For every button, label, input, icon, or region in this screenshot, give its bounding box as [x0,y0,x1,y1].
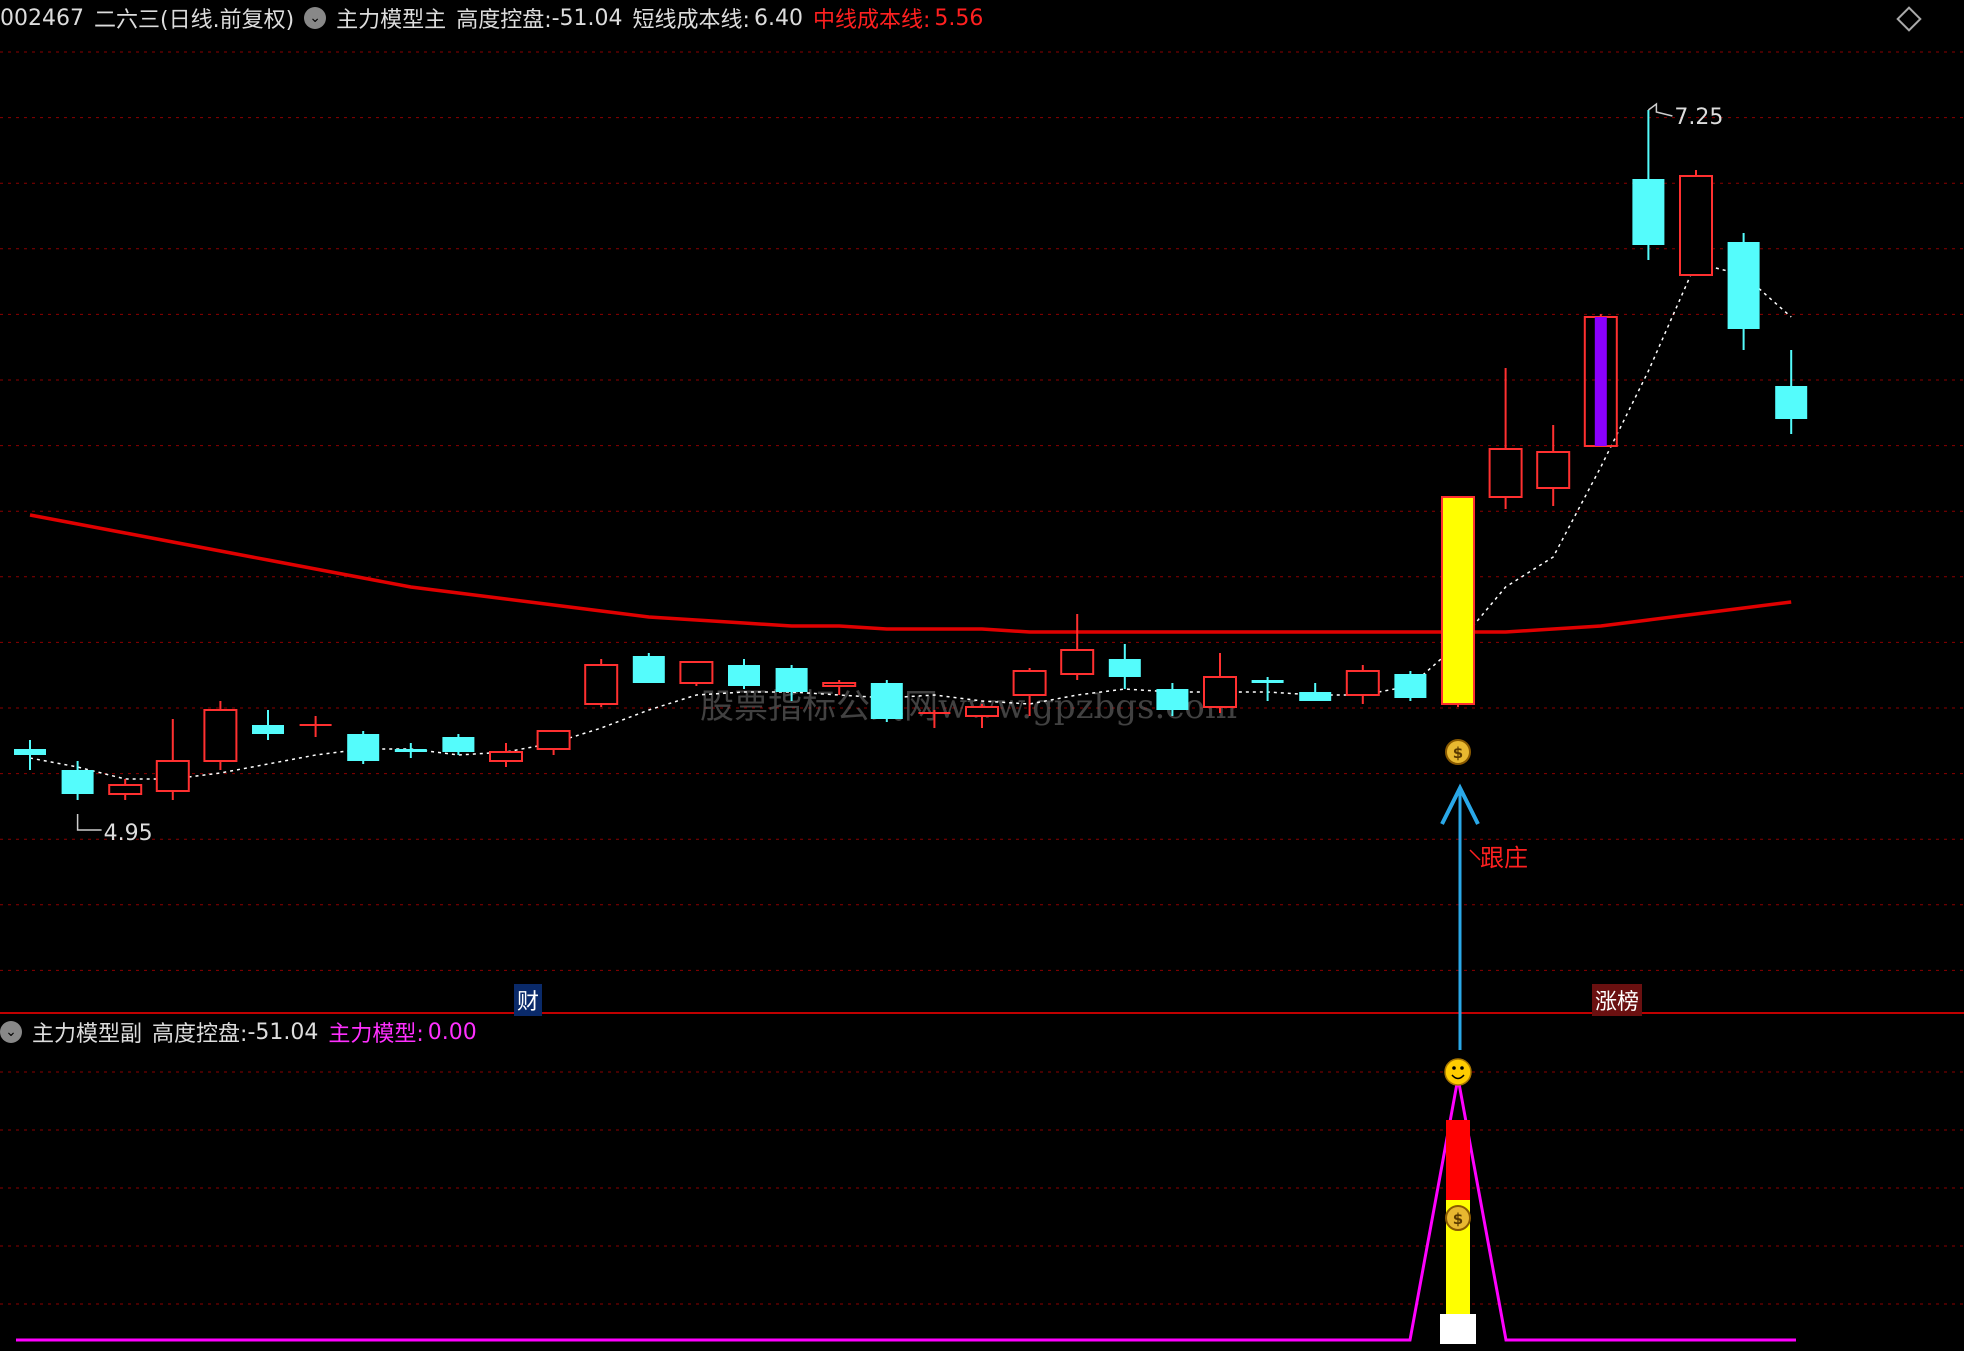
candle-body [965,706,999,717]
candle-body [679,661,714,684]
money-bag-icon: $ [1445,1205,1471,1231]
signal-red-bar [1446,1120,1470,1200]
sub-pane: $ [16,1058,1796,1344]
signal-white-bar [1440,1314,1476,1344]
candle-body [775,668,808,692]
candle-body [1632,179,1665,245]
candle [299,716,332,737]
candle [489,743,523,767]
candle [1394,671,1427,701]
candle [252,710,284,740]
candle-body [1060,649,1095,675]
candle-body [442,737,475,752]
candle [1299,683,1332,701]
candle-body [1299,692,1332,701]
candle-body [1727,242,1760,329]
candle [1775,350,1808,434]
candle [1345,665,1380,704]
chart-canvas: 股票指标公式网www.gpzbgs.com 7.254.95$跟庄 $ [0,51,1964,1344]
candle-body [1679,175,1713,276]
candle [536,730,571,755]
follow-tick [1469,849,1481,861]
money-bag-glyph: $ [1453,744,1463,762]
model-line [16,1077,1796,1342]
candle [870,680,903,722]
candle [155,719,190,800]
candle-body [1775,386,1808,419]
candle-body [1203,676,1237,708]
candle [203,701,238,770]
follow-label: 跟庄 [1480,844,1528,872]
candle-body [108,784,143,795]
candle [14,740,46,770]
candle [442,734,475,755]
candle-body [1251,680,1284,683]
candle [1727,233,1760,350]
candle [1583,314,1618,447]
smiley-face [1444,1058,1472,1086]
candle-body [252,725,284,734]
candle [1441,496,1475,707]
candle-body [155,760,190,792]
candle-body [1394,674,1427,698]
candle [108,779,143,800]
candle [61,761,94,800]
candle-body [822,682,857,687]
low-label: 4.95 [104,821,153,846]
candle-body [584,664,619,705]
money-bag-glyph: $ [1453,1210,1463,1228]
candle-body [1156,689,1189,710]
candle-body [203,709,238,762]
money-bag-icon: $ [1445,739,1471,765]
candle [1060,614,1095,680]
candle [1488,368,1523,509]
candle-body [14,749,46,755]
candle [1251,677,1284,701]
candle-body [870,683,903,719]
candle-body [394,749,427,752]
high-pointer [1647,102,1673,117]
candle-body [728,665,760,686]
candle [394,743,427,758]
candle-body [632,656,665,683]
candle [347,731,380,764]
smiley-icon [1444,1058,1472,1086]
candle-body [489,751,523,762]
candle [1536,425,1571,506]
candle [1108,644,1141,689]
candle-body [61,770,94,794]
candle [1203,653,1237,713]
main-grid [0,51,1964,971]
high-label: 7.25 [1674,105,1723,130]
smiley-eye [1452,1066,1456,1070]
candle [1679,170,1713,276]
up-arrow-icon [1440,783,1480,1050]
mid-cost-line [29,513,1792,634]
smiley-eye [1460,1066,1464,1070]
candle [679,661,714,686]
candle [632,653,665,683]
candle-body [536,730,571,750]
low-pointer [76,814,102,831]
candle-body [1108,659,1141,677]
signal-candle-body [1441,496,1475,705]
sub-grid [0,1071,1964,1305]
candle [728,659,760,689]
purple-bar [1594,317,1607,446]
candle-body [347,734,380,761]
price-annotations: 7.25 4.95 $ 跟庄 [76,102,1723,1050]
candle [1632,110,1665,260]
mid-cost-line-path [29,513,1792,634]
candle-body [1488,448,1523,498]
candle [584,659,619,707]
candle-body [1345,670,1380,696]
candle-body [1012,670,1047,696]
candle-body [1536,451,1571,489]
